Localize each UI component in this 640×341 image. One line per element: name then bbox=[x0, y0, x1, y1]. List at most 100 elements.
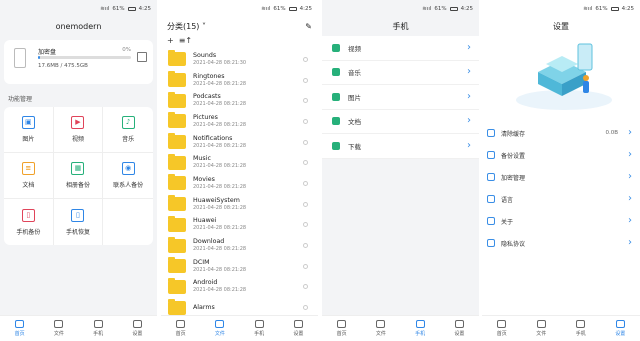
select-checkbox[interactable] bbox=[303, 222, 308, 228]
folder-row[interactable]: Alarms bbox=[161, 297, 318, 315]
nav-tab-label: 文件 bbox=[53, 331, 64, 337]
folder-row[interactable]: Download 2021-04-28 08:21:28 bbox=[161, 235, 318, 256]
folder-name: Ringtones bbox=[193, 72, 225, 80]
folder-row[interactable]: HuaweiSystem 2021-04-28 08:21:28 bbox=[161, 194, 318, 215]
settings-item-label: 隐私协议 bbox=[501, 240, 526, 248]
settings-item-clear-cache[interactable]: 清除缓存 0.0B › bbox=[482, 122, 640, 144]
select-checkbox[interactable] bbox=[303, 56, 308, 62]
nav-tab-icon bbox=[254, 320, 264, 328]
folder-row[interactable]: Ringtones 2021-04-28 08:21:28 bbox=[161, 70, 318, 91]
folder-row[interactable]: Music 2021-04-28 08:21:28 bbox=[161, 152, 318, 173]
select-checkbox[interactable] bbox=[303, 305, 308, 311]
select-checkbox[interactable] bbox=[303, 263, 308, 269]
nav-tab[interactable]: 首页 bbox=[482, 316, 522, 341]
nav-tab[interactable]: 手机 bbox=[79, 316, 118, 341]
folder-text: Ringtones 2021-04-28 08:21:28 bbox=[193, 73, 246, 88]
folder-icon bbox=[168, 112, 186, 129]
folder-text: Notifications 2021-04-28 08:21:28 bbox=[193, 135, 246, 150]
nav-tab[interactable]: 设置 bbox=[118, 316, 157, 341]
folder-row[interactable]: Movies 2021-04-28 08:21:28 bbox=[161, 173, 318, 194]
folder-text: Podcasts 2021-04-28 08:21:28 bbox=[193, 93, 246, 108]
nav-tab-label: 文件 bbox=[536, 331, 547, 337]
settings-item-backup-settings[interactable]: 备份设置 › bbox=[482, 144, 640, 166]
select-checkbox[interactable] bbox=[303, 118, 308, 124]
feature-album-backup[interactable]: ▦ 相册备份 bbox=[53, 153, 104, 199]
folder-row[interactable]: Android 2021-04-28 08:21:28 bbox=[161, 277, 318, 298]
nav-tab[interactable]: 文件 bbox=[39, 316, 78, 341]
phone-icon bbox=[14, 48, 26, 68]
storage-detail-icon[interactable] bbox=[137, 52, 147, 62]
folder-row[interactable]: Sounds 2021-04-28 08:21:30 bbox=[161, 49, 318, 70]
folder-row[interactable]: Huawei 2021-04-28 08:21:28 bbox=[161, 215, 318, 236]
folder-name: Music bbox=[193, 155, 211, 163]
folder-text: Sounds 2021-04-28 08:21:30 bbox=[193, 52, 246, 67]
nav-tab[interactable]: 首页 bbox=[0, 316, 39, 341]
storage-card[interactable]: 加密盘 0% 17.6MB / 475.5GB bbox=[4, 40, 153, 84]
select-checkbox[interactable] bbox=[303, 201, 308, 207]
folder-row[interactable]: Podcasts 2021-04-28 08:21:28 bbox=[161, 90, 318, 111]
folder-row[interactable]: Notifications 2021-04-28 08:21:28 bbox=[161, 132, 318, 153]
nav-tab[interactable]: 手机 bbox=[240, 316, 279, 341]
feature-phone-restore[interactable]: ▯ 手机恢复 bbox=[54, 199, 104, 245]
settings-item-privacy[interactable]: 隐私协议 › bbox=[482, 232, 640, 254]
nav-tab[interactable]: 设置 bbox=[279, 316, 318, 341]
feature-label: 联系人备份 bbox=[113, 182, 144, 189]
nav-tab[interactable]: 设置 bbox=[440, 316, 479, 341]
select-checkbox[interactable] bbox=[303, 284, 308, 290]
feature-document[interactable]: ≡ 文档 bbox=[4, 153, 54, 199]
add-button[interactable]: + bbox=[167, 36, 174, 45]
settings-item-encryption[interactable]: 加密管理 › bbox=[482, 166, 640, 188]
select-checkbox[interactable] bbox=[303, 243, 308, 249]
select-checkbox[interactable] bbox=[303, 139, 308, 145]
nav-tab-icon bbox=[132, 320, 142, 328]
select-checkbox[interactable] bbox=[303, 180, 308, 186]
settings-item-value: 0.0B bbox=[605, 130, 618, 136]
phone-item-download[interactable]: 下载 › bbox=[322, 134, 479, 159]
phone-item-label: 文档 bbox=[348, 118, 361, 127]
sort-button[interactable]: ≡↑ bbox=[179, 36, 192, 45]
category-dropdown[interactable]: 分类(15) ˅ bbox=[167, 21, 206, 32]
feature-image[interactable]: ▣ 图片 bbox=[4, 107, 54, 153]
select-checkbox[interactable] bbox=[303, 160, 308, 166]
phone-screen: ≋ııl 61% 4:25 手机 视频 › 音乐 › 图片 › 文档 › 下载 › 首页 文件 手机设… bbox=[322, 0, 479, 341]
select-checkbox[interactable] bbox=[303, 77, 308, 83]
nav-tab[interactable]: 手机 bbox=[561, 316, 601, 341]
feature-label: 手机备份 bbox=[16, 228, 41, 236]
nav-tab[interactable]: 设置 bbox=[601, 316, 640, 341]
nav-tab-label: 设置 bbox=[454, 331, 465, 337]
phone-item-image[interactable]: 图片 › bbox=[322, 85, 479, 110]
phone-item-document[interactable]: 文档 › bbox=[322, 109, 479, 134]
nav-tab-icon bbox=[54, 320, 64, 328]
folder-date: 2021-04-28 08:21:28 bbox=[193, 204, 247, 211]
edit-icon[interactable]: ✎ bbox=[305, 22, 312, 31]
nav-tab[interactable]: 文件 bbox=[361, 316, 400, 341]
chevron-right-icon: › bbox=[628, 149, 632, 160]
nav-tab[interactable]: 手机 bbox=[401, 316, 440, 341]
settings-item-label: 清除缓存 bbox=[501, 130, 526, 138]
backup-settings-icon bbox=[487, 151, 495, 159]
nav-tab[interactable]: 首页 bbox=[322, 316, 361, 341]
signal-indicator: ≋ııl bbox=[422, 6, 432, 12]
nav-tab[interactable]: 首页 bbox=[161, 316, 200, 341]
folder-row[interactable]: DCIM 2021-04-28 08:21:28 bbox=[161, 256, 318, 277]
phone-item-music[interactable]: 音乐 › bbox=[322, 60, 479, 85]
settings-item-language[interactable]: 语言 › bbox=[482, 188, 640, 210]
feature-music[interactable]: ♪ 音乐 bbox=[103, 107, 153, 153]
nav-tab[interactable]: 文件 bbox=[522, 316, 562, 341]
feature-contacts-backup[interactable]: ◉ 联系人备份 bbox=[103, 153, 153, 199]
feature-phone-backup[interactable]: ▯ 手机备份 bbox=[4, 199, 54, 245]
select-checkbox[interactable] bbox=[303, 98, 308, 104]
folder-text: Download 2021-04-28 08:21:28 bbox=[193, 238, 246, 253]
chevron-right-icon: › bbox=[628, 215, 632, 226]
folder-date: 2021-04-28 08:21:28 bbox=[193, 225, 247, 232]
clock: 4:25 bbox=[460, 6, 473, 12]
phone-item-video[interactable]: 视频 › bbox=[322, 36, 479, 61]
settings-item-about[interactable]: 关于 › bbox=[482, 210, 640, 232]
folder-row[interactable]: Pictures 2021-04-28 08:21:28 bbox=[161, 111, 318, 132]
feature-video[interactable]: ▶ 视频 bbox=[53, 107, 104, 153]
folder-icon bbox=[168, 50, 186, 67]
folder-text: Huawei 2021-04-28 08:21:28 bbox=[193, 217, 246, 232]
nav-tab-label: 手机 bbox=[415, 331, 426, 337]
storage-percent: 0% bbox=[122, 47, 131, 53]
nav-tab[interactable]: 文件 bbox=[200, 316, 239, 341]
